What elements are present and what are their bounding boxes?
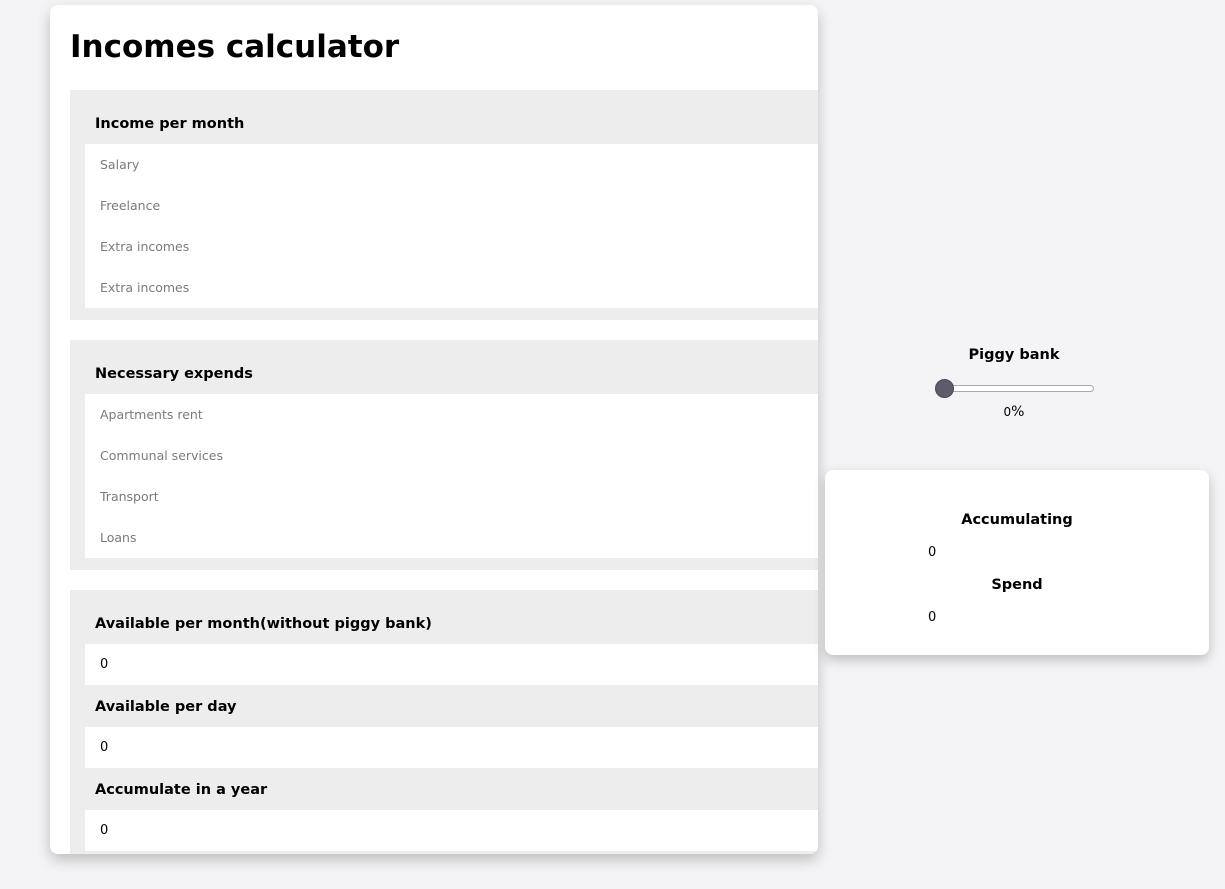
piggy-bank-slider[interactable] <box>935 379 1094 400</box>
transport-input[interactable] <box>85 476 818 517</box>
available-day-label: Available per day <box>95 699 237 715</box>
expends-field-list <box>85 394 818 558</box>
loans-input[interactable] <box>85 517 818 558</box>
percent-sign: % <box>1011 404 1025 420</box>
communal-services-input[interactable] <box>85 435 818 476</box>
summary-section: Available per month(without piggy bank) … <box>70 590 818 854</box>
accumulate-year-value: 0 <box>85 810 818 851</box>
available-day-value: 0 <box>85 727 818 768</box>
piggy-bank-title: Piggy bank <box>968 347 1060 363</box>
freelance-input[interactable] <box>85 185 818 226</box>
accumulate-year-label: Accumulate in a year <box>95 782 268 798</box>
apartments-rent-input[interactable] <box>85 394 818 435</box>
calculator-card: Incomes calculator Income per month Nece… <box>50 5 818 854</box>
accumulating-label: Accumulating <box>961 512 1073 528</box>
slider-track[interactable] <box>944 385 1094 392</box>
percent-value: 0 <box>1003 405 1012 419</box>
accumulating-value: 0 <box>928 545 937 560</box>
income-heading: Income per month <box>95 116 245 132</box>
salary-input[interactable] <box>85 144 818 185</box>
income-field-list <box>85 144 818 308</box>
spend-label: Spend <box>991 577 1043 593</box>
available-month-label: Available per month(without piggy bank) <box>95 616 432 632</box>
extra-incomes-input-1[interactable] <box>85 226 818 267</box>
income-section: Income per month <box>70 90 818 320</box>
expends-heading: Necessary expends <box>95 366 253 382</box>
extra-incomes-input-2[interactable] <box>85 267 818 308</box>
expends-section: Necessary expends <box>70 340 818 570</box>
results-card: Accumulating 0 Spend 0 <box>825 470 1209 655</box>
slider-thumb[interactable] <box>935 379 954 398</box>
page-title: Incomes calculator <box>70 29 400 65</box>
piggy-bank-percent: 0% <box>914 402 1114 422</box>
spend-value: 0 <box>928 610 937 625</box>
piggy-bank-panel: Piggy bank 0% <box>914 345 1114 422</box>
available-month-value: 0 <box>85 644 818 685</box>
